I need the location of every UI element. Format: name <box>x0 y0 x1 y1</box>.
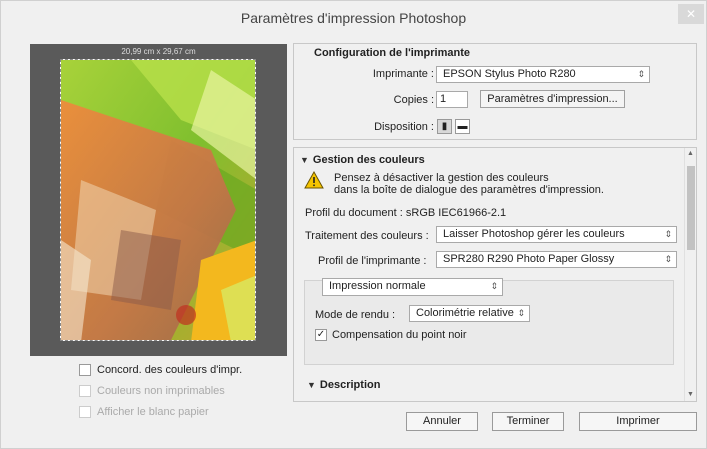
collapse-triangle-icon: ▼ <box>300 155 309 165</box>
show-paper-white-checkbox <box>79 406 91 418</box>
copies-input[interactable]: 1 <box>436 91 468 108</box>
proof-settings-box: Impression normale ⇕ Mode de rendu : Col… <box>304 278 674 365</box>
black-point-label: Compensation du point noir <box>332 329 467 341</box>
warning-message: Pensez à désactiver la gestion des coule… <box>334 172 604 196</box>
print-settings-button[interactable]: Paramètres d'impression... <box>480 90 625 108</box>
rendering-intent-value: Colorimétrie relative <box>416 307 514 319</box>
show-paper-white-label: Afficher le blanc papier <box>97 406 209 418</box>
paper-dimensions-label: 20,99 cm x 29,67 cm <box>121 47 196 56</box>
layout-label: Disposition : <box>374 121 434 133</box>
printer-profile-select[interactable]: SPR280 R290 Photo Paper Glossy ⇕ <box>436 251 677 268</box>
printer-setup-title: Configuration de l'imprimante <box>314 47 471 59</box>
printer-profile-label: Profil de l'imprimante : <box>318 255 427 267</box>
color-management-section: ▼ Gestion des couleurs Pensez à désactive… <box>293 147 697 402</box>
print-settings-dialog: Paramètres d'impression Photoshop ✕ 20,9… <box>0 0 707 449</box>
printer-profile-value: SPR280 R290 Photo Paper Glossy <box>443 253 615 265</box>
color-management-title: Gestion des couleurs <box>312 154 425 166</box>
done-button[interactable]: Terminer <box>492 412 564 431</box>
printer-setup-section: Configuration de l'imprimante Imprimante… <box>293 43 697 140</box>
printer-label: Imprimante : <box>372 68 434 80</box>
preview-image <box>60 59 256 341</box>
print-button[interactable]: Imprimer <box>579 412 697 431</box>
match-print-colors-option[interactable]: Concord. des couleurs d'impr. <box>79 363 242 377</box>
copies-label: Copies : <box>393 94 434 106</box>
gamut-warning-checkbox <box>79 385 91 397</box>
black-point-checkbox[interactable]: ✓ <box>315 329 327 341</box>
color-handling-value: Laisser Photoshop gérer les couleurs <box>443 228 625 240</box>
select-arrow-icon: ⇕ <box>664 229 672 239</box>
select-arrow-icon: ⇕ <box>664 254 672 264</box>
color-handling-select[interactable]: Laisser Photoshop gérer les couleurs ⇕ <box>436 226 677 243</box>
proof-setup-value: Impression normale <box>329 280 426 292</box>
title-bar: Paramètres d'impression Photoshop ✕ <box>1 1 706 33</box>
color-handling-label: Traitement des couleurs : <box>305 230 429 242</box>
color-management-header[interactable]: ▼ Gestion des couleurs <box>300 154 425 166</box>
warning-icon <box>304 171 324 189</box>
match-print-colors-label: Concord. des couleurs d'impr. <box>97 364 243 376</box>
match-print-colors-checkbox[interactable] <box>79 364 91 376</box>
portrait-orientation-icon[interactable]: ▮ <box>437 119 452 134</box>
rendering-intent-select[interactable]: Colorimétrie relative ⇕ <box>409 305 530 322</box>
gamut-warning-label: Couleurs non imprimables <box>97 385 225 397</box>
preview-options: Concord. des couleurs d'impr. Couleurs n… <box>79 363 242 426</box>
vertical-scrollbar[interactable]: ▲ ▼ <box>684 148 696 401</box>
rendering-intent-label: Mode de rendu : <box>315 309 396 321</box>
gamut-warning-option: Couleurs non imprimables <box>79 384 242 398</box>
cancel-button[interactable]: Annuler <box>406 412 478 431</box>
window-title: Paramètres d'impression Photoshop <box>240 10 467 26</box>
scroll-thumb[interactable] <box>687 166 695 250</box>
close-icon[interactable]: ✕ <box>678 4 704 24</box>
select-arrow-icon: ⇕ <box>517 308 525 318</box>
warning-line-2: dans la boîte de dialogue des paramètres… <box>334 184 604 196</box>
select-arrow-icon: ⇕ <box>637 69 645 79</box>
select-arrow-icon: ⇕ <box>490 281 498 291</box>
description-triangle-icon: ▼ <box>307 380 316 390</box>
print-preview-panel: 20,99 cm x 29,67 cm <box>30 44 287 356</box>
printer-select-value: EPSON Stylus Photo R280 <box>443 68 576 80</box>
scroll-up-icon[interactable]: ▲ <box>685 149 696 159</box>
proof-setup-select[interactable]: Impression normale ⇕ <box>322 278 503 296</box>
description-header[interactable]: ▼ Description <box>307 379 380 391</box>
description-title: Description <box>319 379 381 391</box>
warning-line-1: Pensez à désactiver la gestion des coule… <box>334 172 549 184</box>
printer-select[interactable]: EPSON Stylus Photo R280 ⇕ <box>436 66 650 83</box>
show-paper-white-option: Afficher le blanc papier <box>79 405 242 419</box>
document-profile: Profil du document : sRGB IEC61966-2.1 <box>305 207 507 219</box>
landscape-orientation-icon[interactable]: ▬ <box>455 119 470 134</box>
scroll-down-icon[interactable]: ▼ <box>685 390 696 400</box>
